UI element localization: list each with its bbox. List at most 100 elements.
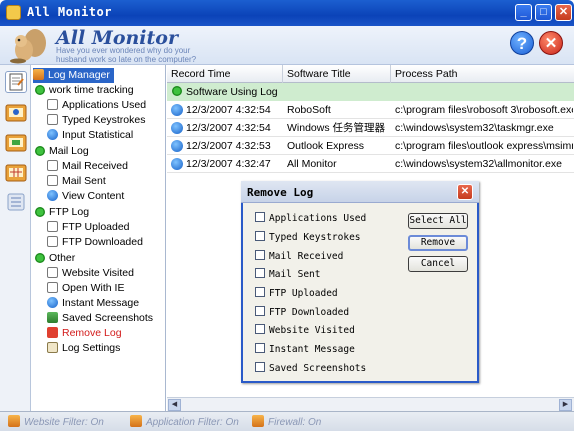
select-all-button[interactable]: Select All — [408, 213, 468, 229]
tree-item-ftp-downloaded[interactable]: FTP Downloaded — [47, 235, 143, 250]
rail-list-icon[interactable] — [5, 191, 27, 213]
tree-item-ftp-uploaded[interactable]: FTP Uploaded — [47, 220, 130, 235]
checkbox-icon[interactable] — [255, 268, 265, 278]
log-manager-icon — [33, 69, 44, 80]
tree-item-view-content[interactable]: View Content — [47, 189, 124, 204]
checkbox-icon[interactable] — [255, 306, 265, 316]
rail-application-filter-icon[interactable] — [5, 131, 27, 153]
table-row[interactable]: 12/3/2007 4:32:53 Outlook Express c:\pro… — [167, 137, 574, 155]
status-application-filter[interactable]: Application Filter: On — [130, 415, 239, 428]
icon-rail — [0, 65, 31, 411]
page-icon — [47, 114, 58, 125]
tree-item-website-visited[interactable]: Website Visited — [47, 266, 134, 281]
scroll-left-icon[interactable]: ◀ — [168, 399, 181, 411]
tree-item-log-settings[interactable]: Log Settings — [47, 341, 120, 356]
remove-log-dialog: Remove Log ✕ Applications Used Typed Key… — [241, 181, 479, 383]
checkbox-icon[interactable] — [255, 212, 265, 222]
dialog-title-bar: Remove Log ✕ — [241, 181, 479, 203]
application-filter-icon — [130, 415, 142, 427]
checkbox-instant-message[interactable]: Instant Message — [255, 343, 355, 357]
group-bullet-icon — [35, 85, 45, 95]
tree-group-other[interactable]: Other — [35, 251, 75, 266]
page-icon — [47, 175, 58, 186]
globe-icon — [171, 140, 183, 152]
column-process-path[interactable]: Process Path — [391, 65, 574, 83]
checkbox-typed-keystrokes[interactable]: Typed Keystrokes — [255, 231, 361, 245]
globe-icon — [171, 122, 183, 134]
tree-group-mail-log[interactable]: Mail Log — [35, 144, 89, 159]
app-icon — [6, 5, 21, 20]
title-bar: All Monitor _ □ ✕ — [0, 0, 574, 26]
globe-icon — [47, 129, 58, 140]
checkbox-applications-used[interactable]: Applications Used — [255, 212, 366, 226]
checkbox-ftp-uploaded[interactable]: FTP Uploaded — [255, 287, 338, 301]
tree-item-applications-used[interactable]: Applications Used — [47, 98, 146, 113]
table-row[interactable]: 12/3/2007 4:32:54 RoboSoft c:\program fi… — [167, 101, 574, 119]
table-header: Record Time Software Title Process Path — [167, 65, 574, 83]
horizontal-scrollbar[interactable]: ◀ ▶ — [167, 397, 574, 411]
firewall-icon — [252, 415, 264, 427]
globe-icon — [171, 104, 183, 116]
globe-icon — [171, 158, 183, 170]
checkbox-mail-received[interactable]: Mail Received — [255, 250, 343, 264]
tree-group-ftp-log[interactable]: FTP Log — [35, 205, 89, 220]
tree-group-work-time[interactable]: work time tracking — [35, 83, 134, 98]
rail-website-filter-icon[interactable] — [5, 101, 27, 123]
page-icon — [47, 236, 58, 247]
exit-button[interactable]: ✕ — [539, 31, 563, 55]
checkbox-ftp-downloaded[interactable]: FTP Downloaded — [255, 306, 349, 320]
tree-item-mail-received[interactable]: Mail Received — [47, 159, 128, 174]
page-icon — [47, 221, 58, 232]
group-bullet-icon — [35, 207, 45, 217]
log-tree: Log Manager work time tracking Applicati… — [31, 65, 166, 411]
table-row[interactable]: 12/3/2007 4:32:54 Windows 任务管理器 c:\windo… — [167, 119, 574, 137]
tree-item-open-with-ie[interactable]: Open With IE — [47, 281, 124, 296]
table-group-row[interactable]: Software Using Log — [167, 83, 574, 101]
settings-icon — [47, 342, 58, 353]
table-row[interactable]: 12/3/2007 4:32:47 All Monitor c:\windows… — [167, 155, 574, 173]
cancel-button[interactable]: Cancel — [408, 256, 468, 272]
status-website-filter[interactable]: Website Filter: On — [8, 415, 104, 428]
tree-item-mail-sent[interactable]: Mail Sent — [47, 174, 106, 189]
group-bullet-icon — [35, 253, 45, 263]
column-software-title[interactable]: Software Title — [283, 65, 391, 83]
remove-log-icon — [47, 327, 58, 338]
rail-firewall-icon[interactable] — [5, 161, 27, 183]
dialog-title: Remove Log — [247, 186, 314, 199]
tree-item-instant-message[interactable]: Instant Message — [47, 296, 139, 311]
checkbox-icon[interactable] — [255, 250, 265, 260]
tree-item-saved-screenshots[interactable]: Saved Screenshots — [47, 311, 153, 326]
page-icon — [47, 267, 58, 278]
checkbox-mail-sent[interactable]: Mail Sent — [255, 268, 320, 282]
tree-root-log-manager[interactable]: Log Manager — [33, 68, 114, 83]
page-icon — [47, 282, 58, 293]
close-window-button[interactable]: ✕ — [555, 4, 572, 21]
website-filter-icon — [8, 415, 20, 427]
checkbox-icon[interactable] — [255, 287, 265, 297]
checkbox-saved-screenshots[interactable]: Saved Screenshots — [255, 362, 366, 376]
window-title: All Monitor — [27, 5, 112, 19]
checkbox-icon[interactable] — [255, 343, 265, 353]
rail-log-icon[interactable] — [5, 71, 27, 93]
tree-item-remove-log[interactable]: Remove Log — [47, 326, 122, 341]
squirrel-logo-icon — [10, 29, 46, 64]
app-header: All Monitor Have you ever wondered why d… — [0, 26, 574, 65]
help-button[interactable]: ? — [510, 31, 534, 55]
status-firewall[interactable]: Firewall: On — [252, 415, 321, 428]
dialog-close-button[interactable]: ✕ — [457, 184, 473, 200]
group-bullet-icon — [172, 86, 182, 96]
maximize-button[interactable]: □ — [535, 4, 552, 21]
remove-button[interactable]: Remove — [408, 235, 468, 251]
checkbox-icon[interactable] — [255, 231, 265, 241]
checkbox-icon[interactable] — [255, 362, 265, 372]
checkbox-icon[interactable] — [255, 324, 265, 334]
minimize-button[interactable]: _ — [515, 4, 532, 21]
page-icon — [47, 160, 58, 171]
tree-item-input-statistical[interactable]: Input Statistical — [47, 128, 133, 143]
group-bullet-icon — [35, 146, 45, 156]
checkbox-website-visited[interactable]: Website Visited — [255, 324, 355, 338]
scroll-right-icon[interactable]: ▶ — [559, 399, 572, 411]
column-record-time[interactable]: Record Time — [167, 65, 283, 83]
status-bar: Website Filter: On Application Filter: O… — [0, 411, 574, 431]
tree-item-typed-keystrokes[interactable]: Typed Keystrokes — [47, 113, 145, 128]
